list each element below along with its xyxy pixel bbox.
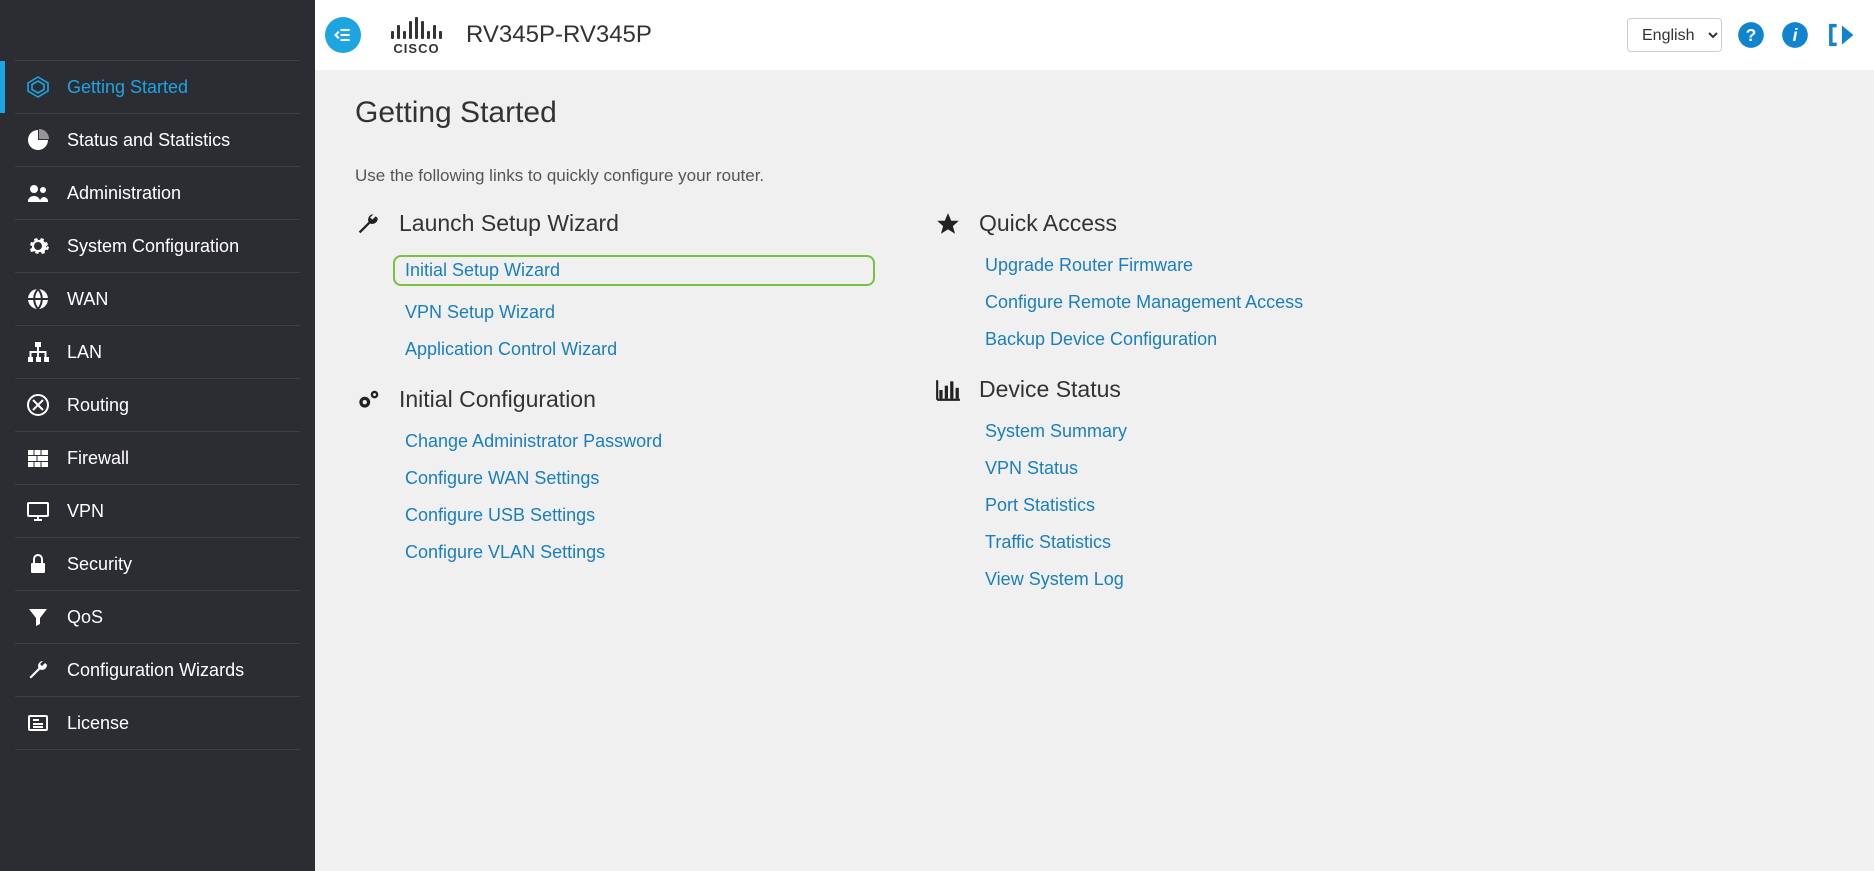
lock-icon bbox=[25, 551, 51, 577]
sidebar-item-label: VPN bbox=[67, 501, 104, 522]
top-bar: CISCO RV345P-RV345P English ? i bbox=[315, 0, 1874, 70]
sidebar: Getting Started Status and Statistics Ad… bbox=[0, 0, 315, 871]
cisco-bars-icon bbox=[391, 15, 442, 39]
section-quick-access: Quick Access Upgrade Router Firmware Con… bbox=[935, 210, 1455, 350]
brand-text: CISCO bbox=[393, 41, 439, 56]
polygon-icon bbox=[25, 74, 51, 100]
sidebar-item-system-config[interactable]: System Configuration bbox=[15, 220, 300, 273]
link-app-control-wizard[interactable]: Application Control Wizard bbox=[405, 339, 875, 360]
link-change-admin-password[interactable]: Change Administrator Password bbox=[405, 431, 875, 452]
section-launch-setup: Launch Setup Wizard Initial Setup Wizard… bbox=[355, 210, 875, 360]
monitor-icon bbox=[25, 498, 51, 524]
sidebar-item-wan[interactable]: WAN bbox=[15, 273, 300, 326]
content: Getting Started Use the following links … bbox=[315, 70, 1874, 871]
sidebar-item-label: Routing bbox=[67, 395, 129, 416]
network-icon bbox=[25, 339, 51, 365]
section-title: Device Status bbox=[979, 376, 1121, 403]
sidebar-item-firewall[interactable]: Firewall bbox=[15, 432, 300, 485]
link-initial-setup-wizard[interactable]: Initial Setup Wizard bbox=[393, 255, 875, 286]
sidebar-item-label: WAN bbox=[67, 289, 108, 310]
pie-chart-icon bbox=[25, 127, 51, 153]
globe-icon bbox=[25, 286, 51, 312]
link-port-statistics[interactable]: Port Statistics bbox=[985, 495, 1455, 516]
star-icon bbox=[935, 211, 961, 237]
link-remote-management[interactable]: Configure Remote Management Access bbox=[985, 292, 1455, 313]
section-title: Quick Access bbox=[979, 210, 1117, 237]
link-view-system-log[interactable]: View System Log bbox=[985, 569, 1455, 590]
sidebar-item-label: Getting Started bbox=[67, 77, 188, 98]
gears-icon bbox=[355, 387, 381, 413]
sidebar-item-administration[interactable]: Administration bbox=[15, 167, 300, 220]
sidebar-item-getting-started[interactable]: Getting Started bbox=[15, 60, 300, 114]
link-traffic-statistics[interactable]: Traffic Statistics bbox=[985, 532, 1455, 553]
license-icon bbox=[25, 710, 51, 736]
sidebar-item-status[interactable]: Status and Statistics bbox=[15, 114, 300, 167]
link-configure-vlan[interactable]: Configure VLAN Settings bbox=[405, 542, 875, 563]
logout-icon[interactable] bbox=[1824, 20, 1854, 50]
bar-chart-icon bbox=[935, 377, 961, 403]
routing-icon bbox=[25, 392, 51, 418]
page-description: Use the following links to quickly confi… bbox=[355, 166, 1834, 186]
sidebar-item-lan[interactable]: LAN bbox=[15, 326, 300, 379]
firewall-icon bbox=[25, 445, 51, 471]
users-icon bbox=[25, 180, 51, 206]
section-title: Initial Configuration bbox=[399, 386, 596, 413]
collapse-sidebar-button[interactable] bbox=[325, 17, 361, 53]
link-configure-wan[interactable]: Configure WAN Settings bbox=[405, 468, 875, 489]
cisco-logo: CISCO bbox=[391, 15, 442, 56]
gear-icon bbox=[25, 233, 51, 259]
sidebar-item-label: Status and Statistics bbox=[67, 130, 230, 151]
sidebar-item-license[interactable]: License bbox=[15, 697, 300, 750]
link-system-summary[interactable]: System Summary bbox=[985, 421, 1455, 442]
page-title: Getting Started bbox=[355, 70, 1834, 152]
wrench-icon bbox=[355, 211, 381, 237]
svg-text:?: ? bbox=[1746, 25, 1757, 45]
section-title: Launch Setup Wizard bbox=[399, 210, 619, 237]
link-configure-usb[interactable]: Configure USB Settings bbox=[405, 505, 875, 526]
sidebar-item-config-wizards[interactable]: Configuration Wizards bbox=[15, 644, 300, 697]
sidebar-item-routing[interactable]: Routing bbox=[15, 379, 300, 432]
link-vpn-setup-wizard[interactable]: VPN Setup Wizard bbox=[405, 302, 875, 323]
sidebar-item-label: Security bbox=[67, 554, 132, 575]
main-area: CISCO RV345P-RV345P English ? i Getting … bbox=[315, 0, 1874, 871]
sidebar-item-security[interactable]: Security bbox=[15, 538, 300, 591]
help-icon[interactable]: ? bbox=[1736, 20, 1766, 50]
sidebar-item-label: Configuration Wizards bbox=[67, 660, 244, 681]
language-select[interactable]: English bbox=[1627, 18, 1722, 52]
filter-icon bbox=[25, 604, 51, 630]
sidebar-item-label: LAN bbox=[67, 342, 102, 363]
link-vpn-status[interactable]: VPN Status bbox=[985, 458, 1455, 479]
info-icon[interactable]: i bbox=[1780, 20, 1810, 50]
sidebar-item-label: QoS bbox=[67, 607, 103, 628]
sidebar-item-label: System Configuration bbox=[67, 236, 239, 257]
wrench-icon bbox=[25, 657, 51, 683]
sidebar-item-qos[interactable]: QoS bbox=[15, 591, 300, 644]
link-backup-config[interactable]: Backup Device Configuration bbox=[985, 329, 1455, 350]
sidebar-item-label: Firewall bbox=[67, 448, 129, 469]
section-device-status: Device Status System Summary VPN Status … bbox=[935, 376, 1455, 590]
sidebar-item-vpn[interactable]: VPN bbox=[15, 485, 300, 538]
sidebar-item-label: Administration bbox=[67, 183, 181, 204]
link-upgrade-firmware[interactable]: Upgrade Router Firmware bbox=[985, 255, 1455, 276]
sidebar-item-label: License bbox=[67, 713, 129, 734]
section-initial-config: Initial Configuration Change Administrat… bbox=[355, 386, 875, 563]
device-name: RV345P-RV345P bbox=[466, 21, 652, 49]
